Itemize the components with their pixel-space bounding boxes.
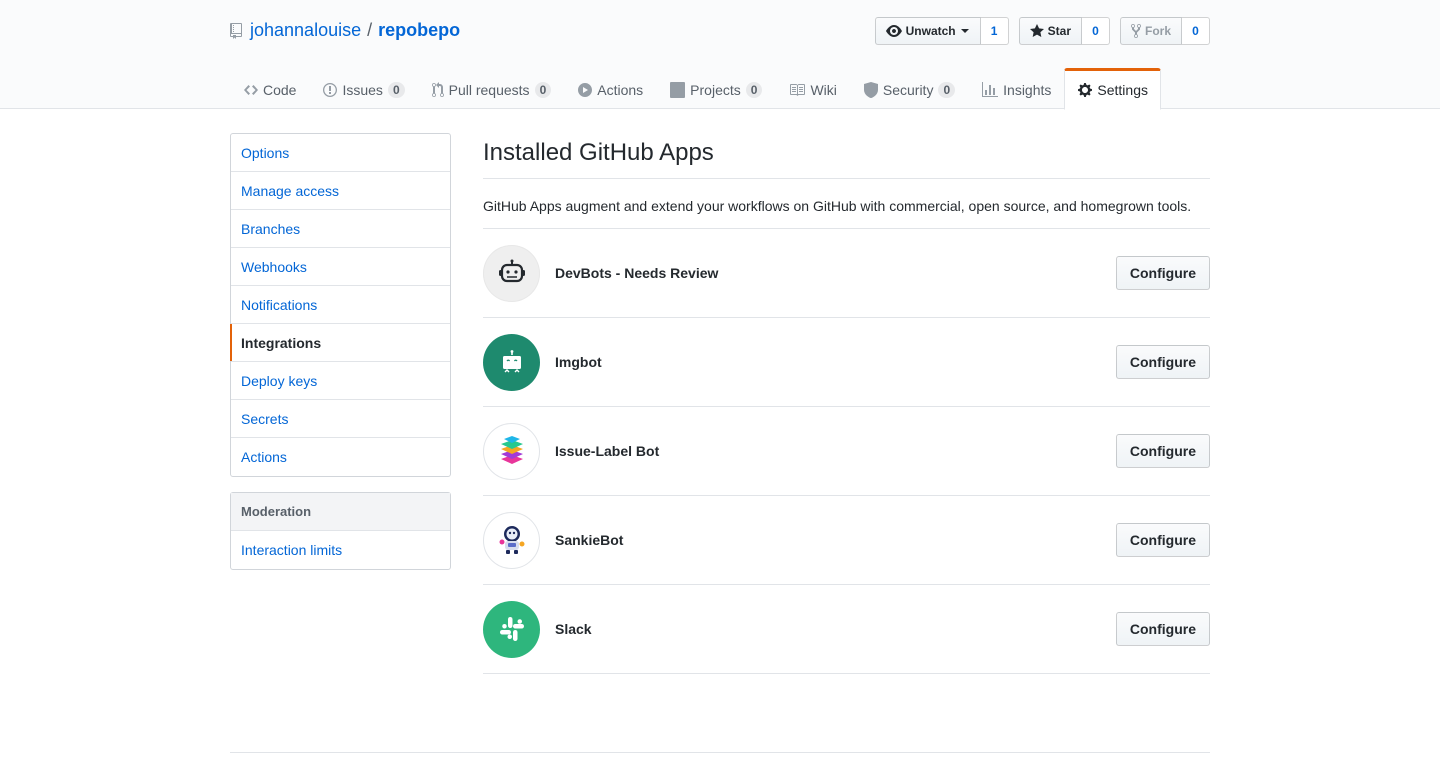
sidebar-item-integrations[interactable]: Integrations <box>230 324 450 362</box>
star-button[interactable]: Star <box>1018 17 1082 45</box>
sidebar-item-deploy-keys[interactable]: Deploy keys <box>231 362 450 400</box>
app-name[interactable]: Issue-Label Bot <box>555 443 659 459</box>
watch-group: Unwatch 1 <box>874 17 1009 45</box>
pulls-counter: 0 <box>534 81 552 98</box>
app-name[interactable]: DevBots - Needs Review <box>555 265 718 281</box>
repo-owner-link[interactable]: johannalouise <box>250 20 361 41</box>
sidebar-item-secrets[interactable]: Secrets <box>231 400 450 438</box>
tab-actions-label: Actions <box>597 81 644 98</box>
book-icon <box>790 83 806 96</box>
tab-wiki-label: Wiki <box>810 81 837 98</box>
app-row-imgbot: Imgbot Configure <box>483 318 1210 407</box>
tab-insights[interactable]: Insights <box>968 68 1064 109</box>
app-name[interactable]: Imgbot <box>555 354 602 370</box>
configure-button[interactable]: Configure <box>1115 434 1210 468</box>
tab-pull-requests[interactable]: Pull requests 0 <box>418 68 565 109</box>
app-row-devbots: DevBots - Needs Review Configure <box>483 229 1210 318</box>
configure-button[interactable]: Configure <box>1115 523 1210 557</box>
unwatch-button[interactable]: Unwatch <box>874 17 981 45</box>
caret-down-icon <box>960 29 969 33</box>
configure-button[interactable]: Configure <box>1115 345 1210 379</box>
pagehead-actions: Unwatch 1 Star 0 Fork 0 <box>865 17 1210 45</box>
repo-title: johannalouise / repobepo <box>230 20 460 41</box>
footer-divider <box>230 752 1210 753</box>
pull-request-icon <box>431 81 444 97</box>
app-name[interactable]: Slack <box>555 621 592 637</box>
star-icon <box>1029 24 1044 37</box>
sidebar-item-actions[interactable]: Actions <box>231 438 450 476</box>
tab-security-label: Security <box>882 81 934 98</box>
tab-security[interactable]: Security 0 <box>850 68 968 109</box>
eye-icon <box>885 25 902 37</box>
configure-button[interactable]: Configure <box>1115 256 1210 290</box>
devbots-robot-icon[interactable] <box>483 244 540 302</box>
star-group: Star 0 <box>1018 17 1110 45</box>
stargazers-count[interactable]: 0 <box>1081 17 1110 45</box>
page-description: GitHub Apps augment and extend your work… <box>483 179 1210 229</box>
sidebar-item-interaction-limits[interactable]: Interaction limits <box>231 531 450 569</box>
app-row-sankiebot: SankieBot Configure <box>483 496 1210 585</box>
project-icon <box>670 81 686 98</box>
issue-label-stack-icon[interactable] <box>483 422 540 480</box>
page-title: Installed GitHub Apps <box>483 139 714 166</box>
app-name[interactable]: SankieBot <box>555 532 623 548</box>
sidebar-item-manage-access[interactable]: Manage access <box>231 172 450 210</box>
sidebar-item-options[interactable]: Options <box>231 134 450 172</box>
shield-icon <box>863 81 878 98</box>
issues-counter: 0 <box>387 81 405 98</box>
sidebar-item-webhooks[interactable]: Webhooks <box>231 248 450 286</box>
repo-separator: / <box>367 20 373 40</box>
settings-sidebar: Options Manage access Branches Webhooks … <box>230 133 451 585</box>
tab-issues[interactable]: Issues 0 <box>309 68 417 109</box>
repo-name-link[interactable]: repobepo <box>378 20 460 41</box>
tab-wiki[interactable]: Wiki <box>775 68 849 109</box>
repo-icon <box>230 22 242 39</box>
tab-issues-label: Issues <box>342 81 383 98</box>
fork-icon <box>1130 23 1141 39</box>
tab-projects[interactable]: Projects 0 <box>656 68 775 109</box>
forks-count[interactable]: 0 <box>1182 17 1210 45</box>
issue-opened-icon <box>323 82 338 97</box>
moderation-heading: Moderation <box>231 493 450 531</box>
settings-menu: Options Manage access Branches Webhooks … <box>230 133 451 477</box>
tab-actions[interactable]: Actions <box>564 68 656 109</box>
app-row-issue-label-bot: Issue-Label Bot Configure <box>483 407 1210 496</box>
sidebar-item-branches[interactable]: Branches <box>231 210 450 248</box>
configure-button[interactable]: Configure <box>1115 612 1210 646</box>
tab-settings[interactable]: Settings <box>1064 68 1161 110</box>
gear-icon <box>1078 83 1093 97</box>
moderation-menu: Moderation Interaction limits <box>230 492 451 570</box>
tab-code-label: Code <box>263 81 297 98</box>
sankiebot-astronaut-icon[interactable] <box>483 511 540 569</box>
security-counter: 0 <box>938 81 956 98</box>
subhead: Installed GitHub Apps <box>483 138 1210 179</box>
fork-button[interactable]: Fork <box>1119 17 1182 45</box>
code-icon <box>244 84 258 95</box>
graph-icon <box>982 81 999 97</box>
imgbot-icon[interactable] <box>483 333 540 391</box>
unwatch-label: Unwatch <box>905 24 956 38</box>
slack-icon[interactable] <box>483 600 540 658</box>
projects-counter: 0 <box>745 81 763 98</box>
star-label: Star <box>1047 24 1071 38</box>
tab-settings-label: Settings <box>1097 82 1148 98</box>
tab-code[interactable]: Code <box>230 68 309 109</box>
repo-nav: Code Issues 0 Pull requests 0 Actions Pr… <box>230 68 1161 110</box>
settings-main: Installed GitHub Apps GitHub Apps augmen… <box>483 133 1210 674</box>
play-icon <box>578 82 593 97</box>
tab-projects-label: Projects <box>690 81 741 98</box>
fork-group: Fork 0 <box>1119 17 1210 45</box>
sidebar-item-notifications[interactable]: Notifications <box>231 286 450 324</box>
fork-label: Fork <box>1144 24 1171 38</box>
tab-pull-requests-label: Pull requests <box>448 81 530 98</box>
watchers-count[interactable]: 1 <box>980 17 1009 45</box>
tab-insights-label: Insights <box>1003 81 1052 98</box>
app-row-slack: Slack Configure <box>483 585 1210 674</box>
repo-header: johannalouise / repobepo Unwatch 1 Star … <box>0 0 1440 110</box>
